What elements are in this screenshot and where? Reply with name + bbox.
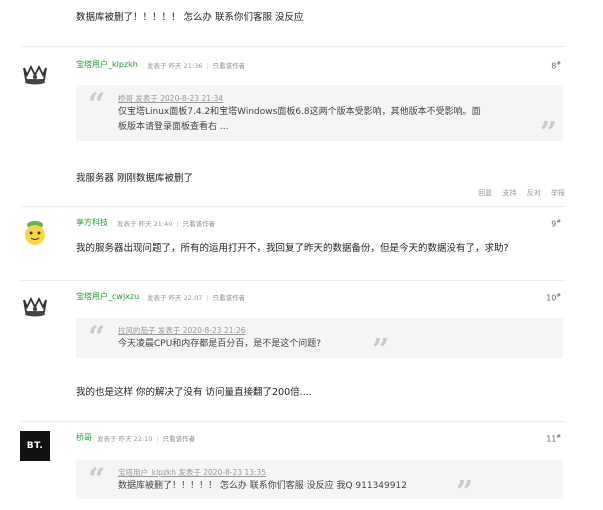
quote-block: “ ” 宝塔用户_klpzkh 发表于 2020-8-23 13:35 数据库被… (76, 460, 563, 508)
quote-line-1: 数据库被删了！！！！！ 怎么办 联系你们客服 没反应 我Q 911349912 (118, 481, 407, 491)
open-quote-icon: “ (88, 320, 106, 355)
floor-value: 11 (546, 434, 557, 444)
only-author-link[interactable]: 只看该作者 (213, 62, 246, 70)
forum-thread: 数据库被删了！！！！！ 怎么办 联系你们客服 没反应 宝塔用户_klpzkh 发… (0, 0, 603, 508)
quote-line-1: 今天凌晨CPU和内存都是百分百，是不是这个问题? (118, 339, 322, 349)
avatar-cartoon[interactable] (20, 216, 50, 246)
post-meta: 发表于 昨天 22:07 | 只看该作者 (147, 294, 246, 302)
floor-number: 9# (551, 219, 561, 229)
floor-hash: # (556, 293, 561, 299)
avatar-bt[interactable]: BT. (20, 431, 50, 461)
divider (20, 206, 565, 207)
post-meta: 发表于 昨天 21:40 | 只看该作者 (117, 220, 216, 228)
post-body: 我的也是这样 你的解决了没有 访问量直接翻了200倍.... (76, 387, 312, 398)
quote-author-link[interactable]: 桥哥 发表于 2020-8-23 21:34 (118, 93, 223, 104)
quote-line-1: 仅宝塔Linux面板7.4.2和宝塔Windows面板6.8这两个版本受影响，其… (118, 107, 481, 117)
cartoon-avatar-icon (25, 221, 45, 245)
avatar-crown[interactable] (20, 58, 50, 88)
only-author-link[interactable]: 只看该作者 (163, 435, 196, 443)
reply-link[interactable]: 回复 (478, 189, 492, 197)
floor-hash: # (556, 219, 561, 225)
bt-logo-icon: BT. (26, 441, 44, 451)
close-quote-icon: ” (539, 116, 557, 151)
floor-number: 10# (546, 293, 561, 303)
post-time: 发表于 昨天 22:07 (147, 294, 203, 302)
close-quote-icon: ” (456, 475, 474, 510)
floor-number: 8# (551, 61, 561, 71)
post-body: 我服务器 刚刚数据库被删了 (76, 173, 194, 184)
username[interactable]: 享方科技 (76, 217, 108, 228)
post-meta: 发表于 昨天 22:10 | 只看该作者 (97, 435, 196, 443)
support-link[interactable]: 支持 (503, 189, 517, 197)
oppose-link[interactable]: 反对 (527, 189, 541, 197)
quote-block: “ ” 桥哥 发表于 2020-8-23 21:34 仅宝塔Linux面板7.4… (76, 85, 563, 149)
only-author-link[interactable]: 只看该作者 (213, 294, 246, 302)
floor-value: 10 (546, 293, 557, 303)
open-quote-icon: “ (88, 87, 106, 122)
quote-block: “ ” 拉风的茄子 发表于 2020-8-23 21:26 今天凌晨CPU和内存… (76, 318, 563, 366)
post-actions: 回复 支持 反对 举报 (470, 188, 565, 198)
post-time: 发表于 昨天 22:10 (97, 435, 153, 443)
post-meta: 发表于 昨天 21:36 | 只看该作者 (147, 62, 246, 70)
quote-author-link[interactable]: 宝塔用户_klpzkh 发表于 2020-8-23 13:35 (118, 467, 266, 478)
username[interactable]: 宝塔用户_cwjxzu (76, 291, 139, 302)
floor-hash: # (556, 61, 561, 67)
post-time: 发表于 昨天 21:40 (117, 220, 173, 228)
username[interactable]: 宝塔用户_klpzkh (76, 59, 138, 70)
quote-author-link[interactable]: 拉风的茄子 发表于 2020-8-23 21:26 (118, 325, 246, 336)
close-quote-icon: ” (372, 333, 390, 368)
open-quote-icon: “ (88, 462, 106, 497)
only-author-link[interactable]: 只看该作者 (183, 220, 216, 228)
divider (20, 46, 565, 47)
username[interactable]: 桥哥 (76, 432, 92, 443)
avatar-crown[interactable] (20, 290, 50, 320)
floor-hash: # (556, 434, 561, 440)
floor-number: 11# (546, 434, 561, 444)
post-body: 我的服务器出现问题了，所有的运用打开不，我回复了昨天的数据备份，但是今天的数据没… (76, 243, 509, 254)
report-link[interactable]: 举报 (551, 189, 565, 197)
post-time: 发表于 昨天 21:36 (147, 62, 203, 70)
crown-avatar-icon (23, 296, 47, 317)
crown-avatar-icon (23, 64, 47, 85)
post-body-top: 数据库被删了！！！！！ 怎么办 联系你们客服 没反应 (76, 12, 304, 23)
quote-line-2: 板版本请登录面板查看右 ... (118, 122, 229, 132)
divider (20, 421, 565, 422)
divider (20, 280, 565, 281)
